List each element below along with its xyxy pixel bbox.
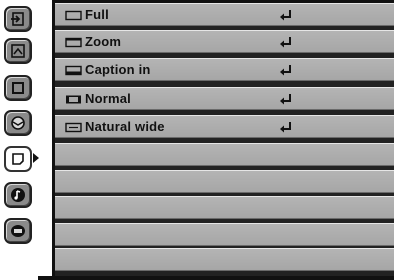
active-tab-pointer-icon bbox=[33, 153, 39, 163]
menu-item-empty bbox=[55, 170, 394, 193]
menu-item-empty bbox=[55, 223, 394, 246]
tab-color[interactable] bbox=[4, 110, 32, 136]
menu-item-empty bbox=[55, 143, 394, 166]
tab-screen[interactable] bbox=[4, 146, 32, 172]
screen-menu: Full Zoom Caption in Normal Natural wide bbox=[0, 0, 394, 280]
normal-aspect-icon bbox=[66, 95, 81, 104]
screen-aspect-list: Full Zoom Caption in Normal Natural wide bbox=[55, 3, 394, 276]
menu-tab-rail bbox=[0, 0, 39, 280]
menu-item-label: Zoom bbox=[85, 34, 122, 49]
image-icon bbox=[12, 82, 24, 94]
enter-icon bbox=[280, 122, 291, 133]
enter-icon bbox=[280, 94, 291, 105]
tab-picture-adjust[interactable] bbox=[4, 38, 32, 64]
menu-item-label: Full bbox=[85, 7, 109, 22]
menu-item-label: Caption in bbox=[85, 62, 151, 77]
picture-adjust-icon bbox=[11, 44, 25, 58]
tab-input[interactable] bbox=[4, 6, 32, 32]
enter-icon bbox=[280, 65, 291, 76]
enter-icon bbox=[280, 10, 291, 21]
menu-item-full[interactable]: Full bbox=[55, 3, 394, 26]
menu-item-normal[interactable]: Normal bbox=[55, 87, 394, 110]
tab-sound[interactable] bbox=[4, 182, 32, 208]
caption-in-icon bbox=[65, 65, 82, 76]
sound-icon bbox=[11, 188, 25, 202]
enter-icon bbox=[280, 37, 291, 48]
menu-item-label: Normal bbox=[85, 91, 131, 106]
menu-item-caption-in[interactable]: Caption in bbox=[55, 58, 394, 81]
zoom-aspect-icon bbox=[65, 37, 82, 48]
tab-setting[interactable] bbox=[4, 218, 32, 244]
setting-icon bbox=[11, 225, 25, 237]
menu-frame-bottom bbox=[38, 276, 394, 280]
natural-wide-icon bbox=[65, 122, 82, 133]
menu-item-zoom[interactable]: Zoom bbox=[55, 30, 394, 53]
menu-item-empty bbox=[55, 248, 394, 271]
screen-icon bbox=[12, 153, 24, 165]
full-aspect-icon bbox=[65, 10, 82, 21]
menu-item-natural-wide[interactable]: Natural wide bbox=[55, 115, 394, 138]
menu-item-empty bbox=[55, 196, 394, 219]
tab-image[interactable] bbox=[4, 75, 32, 101]
color-icon bbox=[11, 116, 25, 130]
menu-item-label: Natural wide bbox=[85, 119, 165, 134]
input-icon bbox=[11, 12, 24, 26]
